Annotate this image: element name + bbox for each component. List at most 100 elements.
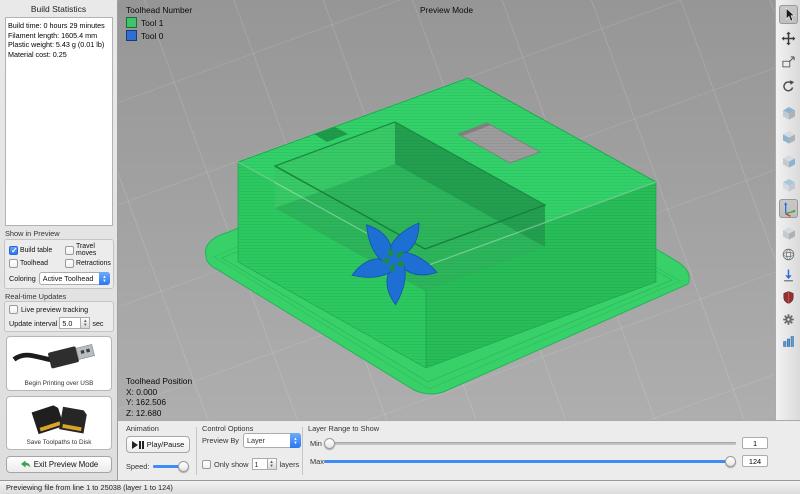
stat-material-cost: Material cost: 0.25 [8, 50, 110, 60]
max-layer-slider[interactable] [324, 456, 736, 467]
legend-item-tool1: Tool 1 [126, 17, 192, 28]
zoom-region-icon [781, 55, 796, 70]
view-front-button[interactable] [779, 127, 798, 146]
checkbox-toolhead[interactable]: Toolhead [9, 259, 65, 268]
exit-preview-mode-button[interactable]: Exit Preview Mode [6, 456, 112, 473]
sd-button-caption: Save Toolpaths to Disk [27, 438, 92, 447]
update-interval-input[interactable]: 5.0 [59, 317, 81, 329]
stats-bars-icon [781, 334, 796, 349]
toolhead-label: Toolhead [20, 260, 48, 267]
max-layer-input[interactable]: 124 [742, 455, 768, 467]
zoom-region-tool-button[interactable] [779, 53, 798, 72]
show-in-preview-label: Show in Preview [5, 229, 60, 238]
save-toolpaths-button[interactable]: Save Toolpaths to Disk [6, 396, 112, 450]
tool1-color-swatch [126, 17, 137, 28]
control-options-title: Control Options [202, 424, 253, 433]
panel-title: Build Statistics [0, 4, 117, 14]
update-interval-stepper[interactable]: ▲▼ [81, 317, 90, 329]
toolhead-y: Y: 162.506 [126, 397, 192, 408]
dropdown-arrows-icon: ▲▼ [290, 433, 301, 448]
checkbox-travel-moves[interactable]: Travel moves [65, 243, 113, 257]
toolhead-position-title: Toolhead Position [126, 376, 192, 387]
cursor-icon [781, 7, 797, 23]
cross-section-icon [781, 247, 796, 262]
layer-range-title: Layer Range to Show [308, 424, 379, 433]
green-back-arrow-icon [20, 460, 31, 469]
live-preview-tracking-row[interactable]: Live preview tracking [9, 305, 113, 314]
rotate-icon [781, 79, 796, 94]
toolhead-legend: Toolhead Number Tool 1 Tool 0 [126, 5, 192, 41]
dropdown-arrows-icon: ▲▼ [99, 272, 110, 285]
exit-button-label: Exit Preview Mode [34, 460, 99, 469]
play-pause-button[interactable]: Play/Pause [126, 436, 190, 453]
build-statistics-panel: Build Statistics Build time: 0 hours 29 … [0, 0, 118, 480]
update-interval-label: Update interval [9, 319, 57, 328]
live-preview-checkbox[interactable] [9, 305, 18, 314]
pan-icon [781, 31, 796, 46]
statistics-button[interactable] [779, 332, 798, 351]
build-table-checkbox[interactable] [9, 246, 18, 255]
legend-item-tool0: Tool 0 [126, 30, 192, 41]
view-side-button[interactable] [779, 151, 798, 170]
preview-3d-viewport[interactable]: Preview Mode Toolhead Number Tool 1 Tool… [118, 0, 775, 420]
model-cube-icon [781, 225, 797, 241]
realtime-updates-label: Real-time Updates [5, 292, 66, 301]
retractions-checkbox[interactable] [65, 259, 74, 268]
speed-slider-thumb[interactable] [178, 461, 189, 472]
toolhead-checkbox[interactable] [9, 259, 18, 268]
toolhead-z: Z: 12.680 [126, 408, 192, 419]
show-in-preview-group: Build table Travel moves Toolhead Retrac… [4, 239, 114, 289]
speed-slider[interactable] [153, 461, 189, 472]
play-pause-label: Play/Pause [147, 440, 184, 449]
side-view-cube-icon [781, 153, 797, 169]
iso-view-cube-icon [781, 105, 797, 121]
top-view-cube-icon [781, 177, 797, 193]
toolhead-x: X: 0.000 [126, 387, 192, 398]
coloring-dropdown[interactable]: Active Toolhead ▲▼ [39, 272, 110, 285]
legend-title: Toolhead Number [126, 5, 192, 15]
update-interval-unit: sec [92, 319, 103, 328]
preview-by-label: Preview By [202, 436, 239, 445]
preview-mode-title: Preview Mode [118, 5, 775, 15]
supports-button[interactable] [779, 288, 798, 307]
max-slider-thumb[interactable] [725, 456, 736, 467]
toolhead-position-readout: Toolhead Position X: 0.000 Y: 162.506 Z:… [126, 376, 192, 418]
realtime-updates-group: Live preview tracking Update interval 5.… [4, 301, 114, 332]
view-top-button[interactable] [779, 175, 798, 194]
checkbox-build-table[interactable]: Build table [9, 243, 65, 257]
tool0-color-swatch [126, 30, 137, 41]
live-preview-label: Live preview tracking [21, 305, 88, 314]
supports-shield-icon [781, 290, 796, 305]
import-arrow-icon [781, 268, 796, 283]
model-view-button[interactable] [779, 223, 798, 242]
rotate-tool-button[interactable] [779, 77, 798, 96]
stat-filament-length: Filament length: 1605.4 mm [8, 31, 110, 41]
settings-button[interactable] [779, 310, 798, 329]
usb-button-caption: Begin Printing over USB [25, 379, 94, 388]
begin-printing-usb-button[interactable]: Begin Printing over USB [6, 336, 112, 391]
min-layer-input[interactable]: 1 [742, 437, 768, 449]
view-iso-button[interactable] [779, 103, 798, 122]
section-divider [302, 427, 303, 475]
pan-tool-button[interactable] [779, 29, 798, 48]
only-show-checkbox[interactable] [202, 460, 211, 469]
coloring-value: Active Toolhead [43, 274, 94, 283]
import-model-button[interactable] [779, 266, 798, 285]
checkbox-retractions[interactable]: Retractions [65, 259, 113, 268]
cross-section-button[interactable] [779, 245, 798, 264]
min-slider-thumb[interactable] [324, 438, 335, 449]
only-show-stepper[interactable]: ▲▼ [268, 458, 277, 470]
only-show-input[interactable]: 1 [252, 458, 268, 470]
build-table-label: Build table [20, 247, 52, 254]
min-layer-slider[interactable] [324, 438, 736, 449]
cursor-tool-button[interactable] [779, 5, 798, 24]
printed-model [118, 0, 775, 420]
only-show-label: Only show [214, 460, 249, 469]
preview-by-dropdown[interactable]: Layer ▲▼ [243, 433, 301, 448]
axes-toggle-button[interactable] [779, 199, 798, 218]
axes-icon [781, 201, 797, 217]
front-view-cube-icon [781, 129, 797, 145]
usb-cable-icon [11, 339, 107, 379]
status-text: Previewing file from line 1 to 25038 (la… [6, 483, 173, 492]
travel-moves-checkbox[interactable] [65, 246, 74, 255]
